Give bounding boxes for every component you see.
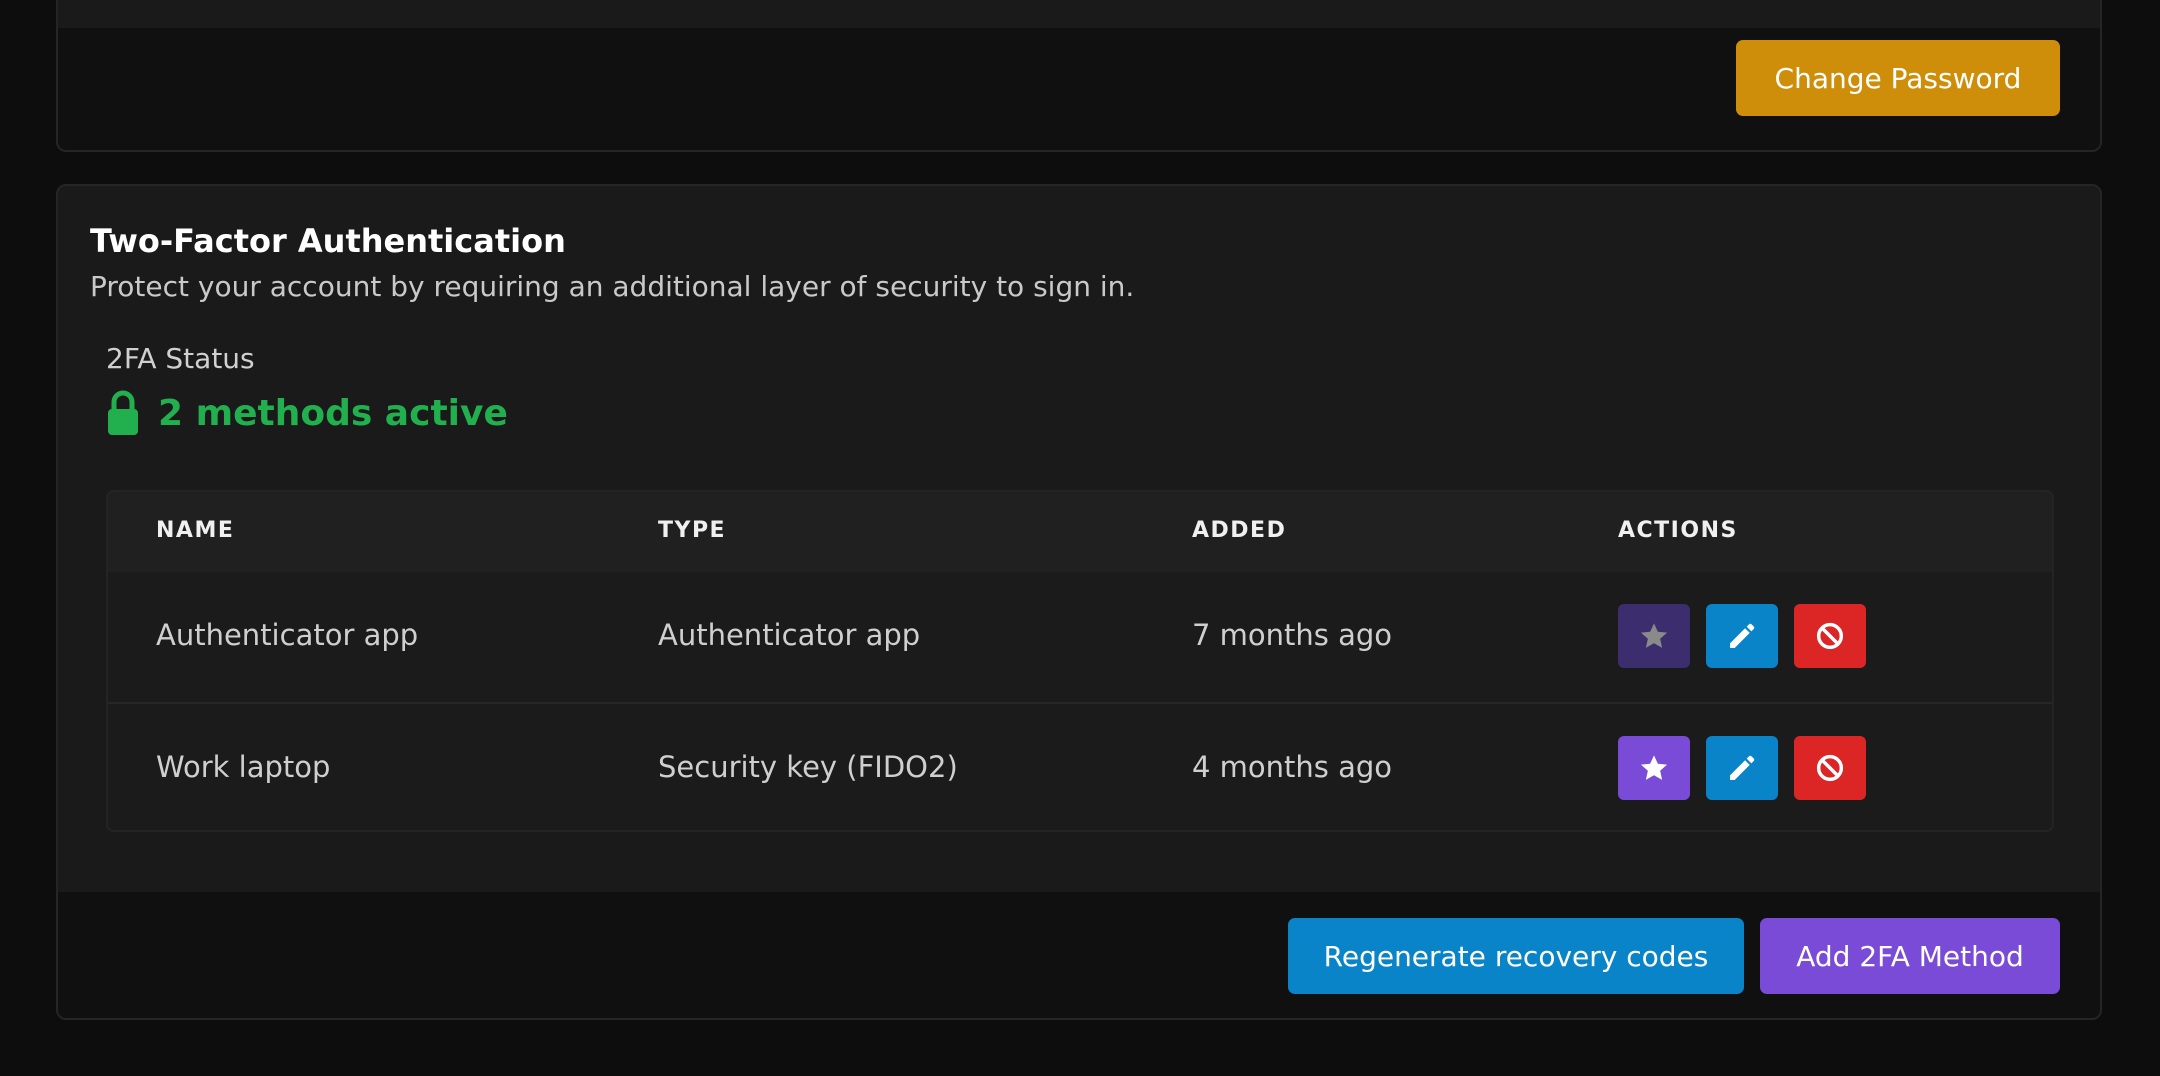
method-added: 7 months ago bbox=[1192, 618, 1393, 652]
pencil-icon bbox=[1730, 755, 1755, 780]
password-card: Change Password bbox=[56, 0, 2102, 152]
column-header-added: ADDED bbox=[1192, 518, 1287, 543]
row-actions bbox=[1618, 604, 1866, 668]
section-title: Two-Factor Authentication bbox=[90, 222, 566, 260]
column-header-type: TYPE bbox=[658, 518, 727, 543]
remove-method-button[interactable] bbox=[1794, 736, 1866, 800]
table-header: NAME TYPE ADDED ACTIONS bbox=[108, 492, 2052, 572]
regenerate-recovery-codes-button[interactable]: Regenerate recovery codes bbox=[1288, 918, 1744, 994]
pencil-icon bbox=[1730, 623, 1755, 648]
method-added: 4 months ago bbox=[1192, 750, 1393, 784]
methods-table: NAME TYPE ADDED ACTIONS Authenticator ap… bbox=[106, 490, 2054, 832]
set-default-button[interactable] bbox=[1618, 736, 1690, 800]
password-card-body bbox=[58, 0, 2100, 28]
method-name: Authenticator app bbox=[156, 618, 419, 652]
status-value: 2 methods active bbox=[106, 390, 508, 436]
method-type: Authenticator app bbox=[658, 618, 921, 652]
two-factor-card: Two-Factor Authentication Protect your a… bbox=[56, 184, 2102, 1020]
edit-method-button[interactable] bbox=[1706, 736, 1778, 800]
add-2fa-method-button[interactable]: Add 2FA Method bbox=[1760, 918, 2060, 994]
column-header-actions: ACTIONS bbox=[1618, 518, 1738, 543]
table-row: Work laptop Security key (FIDO2) 4 month… bbox=[108, 702, 2052, 830]
status-label: 2FA Status bbox=[106, 342, 255, 375]
status-text: 2 methods active bbox=[158, 392, 508, 434]
row-actions bbox=[1618, 736, 1866, 800]
method-name: Work laptop bbox=[156, 750, 331, 784]
edit-method-button[interactable] bbox=[1706, 604, 1778, 668]
remove-method-button[interactable] bbox=[1794, 604, 1866, 668]
star-icon bbox=[1640, 755, 1668, 780]
section-description: Protect your account by requiring an add… bbox=[90, 270, 1135, 303]
ban-icon bbox=[1816, 754, 1844, 782]
method-type: Security key (FIDO2) bbox=[658, 750, 958, 784]
change-password-button[interactable]: Change Password bbox=[1736, 40, 2060, 116]
ban-icon bbox=[1816, 622, 1844, 650]
lock-icon bbox=[108, 390, 138, 435]
column-header-name: NAME bbox=[156, 518, 235, 543]
set-default-button[interactable] bbox=[1618, 604, 1690, 668]
table-row: Authenticator app Authenticator app 7 mo… bbox=[108, 572, 2052, 702]
star-icon bbox=[1640, 623, 1668, 648]
